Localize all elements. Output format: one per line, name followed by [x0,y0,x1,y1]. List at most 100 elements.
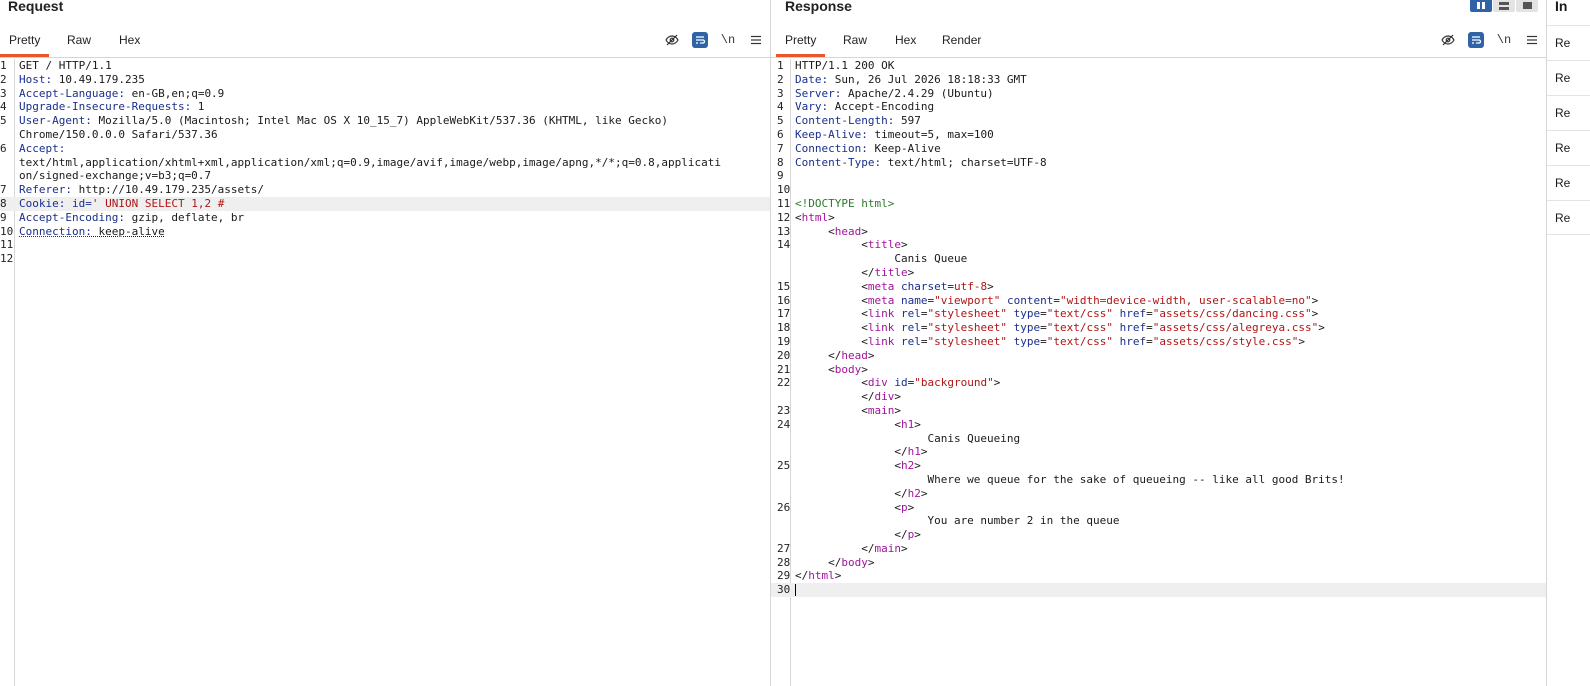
response-tab-raw[interactable]: Raw [834,26,876,55]
line-number: 10 [777,183,791,197]
code-line[interactable]: 9 Accept-Encoding: gzip, deflate, br [0,211,770,225]
code-line[interactable]: You are number 2 in the queue [771,514,1546,528]
code-line[interactable]: 7 Referer: http://10.49.179.235/assets/ [0,183,770,197]
code-line[interactable]: 19 <link rel="stylesheet" type="text/css… [771,335,1546,349]
code-line[interactable]: text/html,application/xhtml+xml,applicat… [0,156,770,170]
code-token: = [947,279,954,293]
inspector-row[interactable]: Re [1547,60,1590,95]
code-line[interactable]: </p> [771,528,1546,542]
code-line[interactable]: 12 [0,252,770,266]
inspector-row[interactable]: Re [1547,165,1590,200]
eye-off-icon[interactable] [664,32,680,48]
inspector-row[interactable]: Re [1547,25,1590,60]
code-line[interactable]: 24 <h1> [771,418,1546,432]
inspector-row[interactable]: Re [1547,200,1590,235]
code-line[interactable]: 26 <p> [771,501,1546,515]
code-line[interactable]: 11 [0,238,770,252]
hamburger-menu-icon[interactable] [1524,32,1540,48]
code-line[interactable]: 4 Upgrade-Insecure-Requests: 1 [0,100,770,114]
code-token: gzip, deflate, br [124,210,245,224]
code-line[interactable]: 13 <head> [771,225,1546,239]
code-line[interactable]: 7 Connection: Keep-Alive [771,142,1546,156]
request-tab-pretty[interactable]: Pretty [0,26,50,57]
code-line[interactable]: 22 <div id="background"> [771,376,1546,390]
code-line[interactable]: 6 Accept: [0,142,770,156]
code-line[interactable]: 12 <html> [771,211,1546,225]
code-line[interactable]: 18 <link rel="stylesheet" type="text/css… [771,321,1546,335]
code-line[interactable]: Canis Queue [771,252,1546,266]
request-code[interactable]: 1 GET / HTTP/1.1 2 Host: 10.49.179.235 3 Acce… [0,59,770,266]
code-line[interactable]: 3 Server: Apache/2.4.29 (Ubuntu) [771,87,1546,101]
response-tab-render[interactable]: Render [933,26,990,55]
code-line[interactable]: 1 HTTP/1.1 200 OK [771,59,1546,73]
request-editor[interactable]: 1 GET / HTTP/1.1 2 Host: 10.49.179.235 3 Acce… [0,59,770,686]
code-line[interactable]: 9 [771,169,1546,183]
inspector-row[interactable]: Re [1547,95,1590,130]
response-tab-pretty[interactable]: Pretty [776,26,826,57]
code-line[interactable]: Canis Queueing [771,432,1546,446]
code-token: < [795,279,868,293]
code-line[interactable]: Where we queue for the sake of queueing … [771,473,1546,487]
newline-toggle[interactable]: \n [1496,32,1512,48]
code-line[interactable]: 23 <main> [771,404,1546,418]
code-line[interactable]: 2 Date: Sun, 26 Jul 2026 18:18:33 GMT [771,73,1546,87]
request-tab-raw[interactable]: Raw [58,26,100,55]
code-line[interactable]: 15 <meta charset=utf-8> [771,280,1546,294]
code-line[interactable]: 2 Host: 10.49.179.235 [0,73,770,87]
request-tab-hex[interactable]: Hex [110,26,149,55]
line-text: <head> [795,225,868,239]
code-line[interactable]: 30 [771,583,1546,598]
response-code[interactable]: 1 HTTP/1.1 200 OK 2 Date: Sun, 26 Jul 2026 … [771,59,1546,598]
code-line[interactable]: 14 <title> [771,238,1546,252]
code-line[interactable]: 3 Accept-Language: en-GB,en;q=0.9 [0,87,770,101]
newline-toggle[interactable]: \n [720,32,736,48]
code-line[interactable]: 10 Connection: keep-alive [0,225,770,239]
code-token: > [993,376,1001,390]
single-pane-icon[interactable] [1516,0,1538,12]
code-line[interactable]: </h1> [771,445,1546,459]
code-line[interactable]: 21 <body> [771,363,1546,377]
response-editor[interactable]: 1 HTTP/1.1 200 OK 2 Date: Sun, 26 Jul 2026 … [771,59,1546,686]
code-line[interactable]: 5 User-Agent: Mozilla/5.0 (Macintosh; Int… [0,114,770,128]
code-line[interactable]: 8 Content-Type: text/html; charset=UTF-8 [771,156,1546,170]
code-line[interactable]: 17 <link rel="stylesheet" type="text/css… [771,307,1546,321]
code-line[interactable]: 4 Vary: Accept-Encoding [771,100,1546,114]
inspector-row[interactable]: Re [1547,130,1590,165]
code-line[interactable]: </title> [771,266,1546,280]
code-token: "text/css" [1046,321,1113,335]
split-columns-icon[interactable] [1470,0,1492,12]
code-token: body [841,555,868,569]
code-line[interactable]: 1 GET / HTTP/1.1 [0,59,770,73]
code-line[interactable]: 29 </html> [771,569,1546,583]
code-token: h1 [900,417,915,431]
code-token: "assets/css/style.css" [1152,334,1299,348]
line-number: 9 [777,169,784,183]
code-token: > [1318,321,1325,335]
code-line[interactable]: 10 [771,183,1546,197]
code-line[interactable]: </h2> [771,487,1546,501]
code-token: GET / HTTP/1.1 [19,59,112,72]
hamburger-menu-icon[interactable] [748,32,764,48]
code-line[interactable]: 20 </head> [771,349,1546,363]
word-wrap-icon[interactable] [692,32,708,48]
code-token: </ [795,541,875,555]
code-line[interactable]: 5 Content-Length: 597 [771,114,1546,128]
code-line[interactable]: 27 </main> [771,542,1546,556]
code-line[interactable]: Chrome/150.0.0.0 Safari/537.36 [0,128,770,142]
code-line[interactable]: 11 <!DOCTYPE html> [771,197,1546,211]
code-line[interactable]: on/signed-exchange;v=b3;q=0.7 [0,169,770,183]
split-rows-icon[interactable] [1493,0,1515,12]
code-token: main [874,541,901,555]
code-line[interactable]: 6 Keep-Alive: timeout=5, max=100 [771,128,1546,142]
response-tab-hex[interactable]: Hex [886,26,925,55]
code-line[interactable]: 16 <meta name="viewport" content="width=… [771,294,1546,308]
word-wrap-icon[interactable] [1468,32,1484,48]
code-line[interactable]: </div> [771,390,1546,404]
line-text: Chrome/150.0.0.0 Safari/537.36 [19,128,218,142]
code-token: < [795,224,835,238]
eye-off-icon[interactable] [1440,32,1456,48]
code-line[interactable]: 8 Cookie: id=' UNION SELECT 1,2 # [0,196,770,211]
code-line[interactable]: 25 <h2> [771,459,1546,473]
code-token: head [834,224,862,238]
code-line[interactable]: 28 </body> [771,556,1546,570]
